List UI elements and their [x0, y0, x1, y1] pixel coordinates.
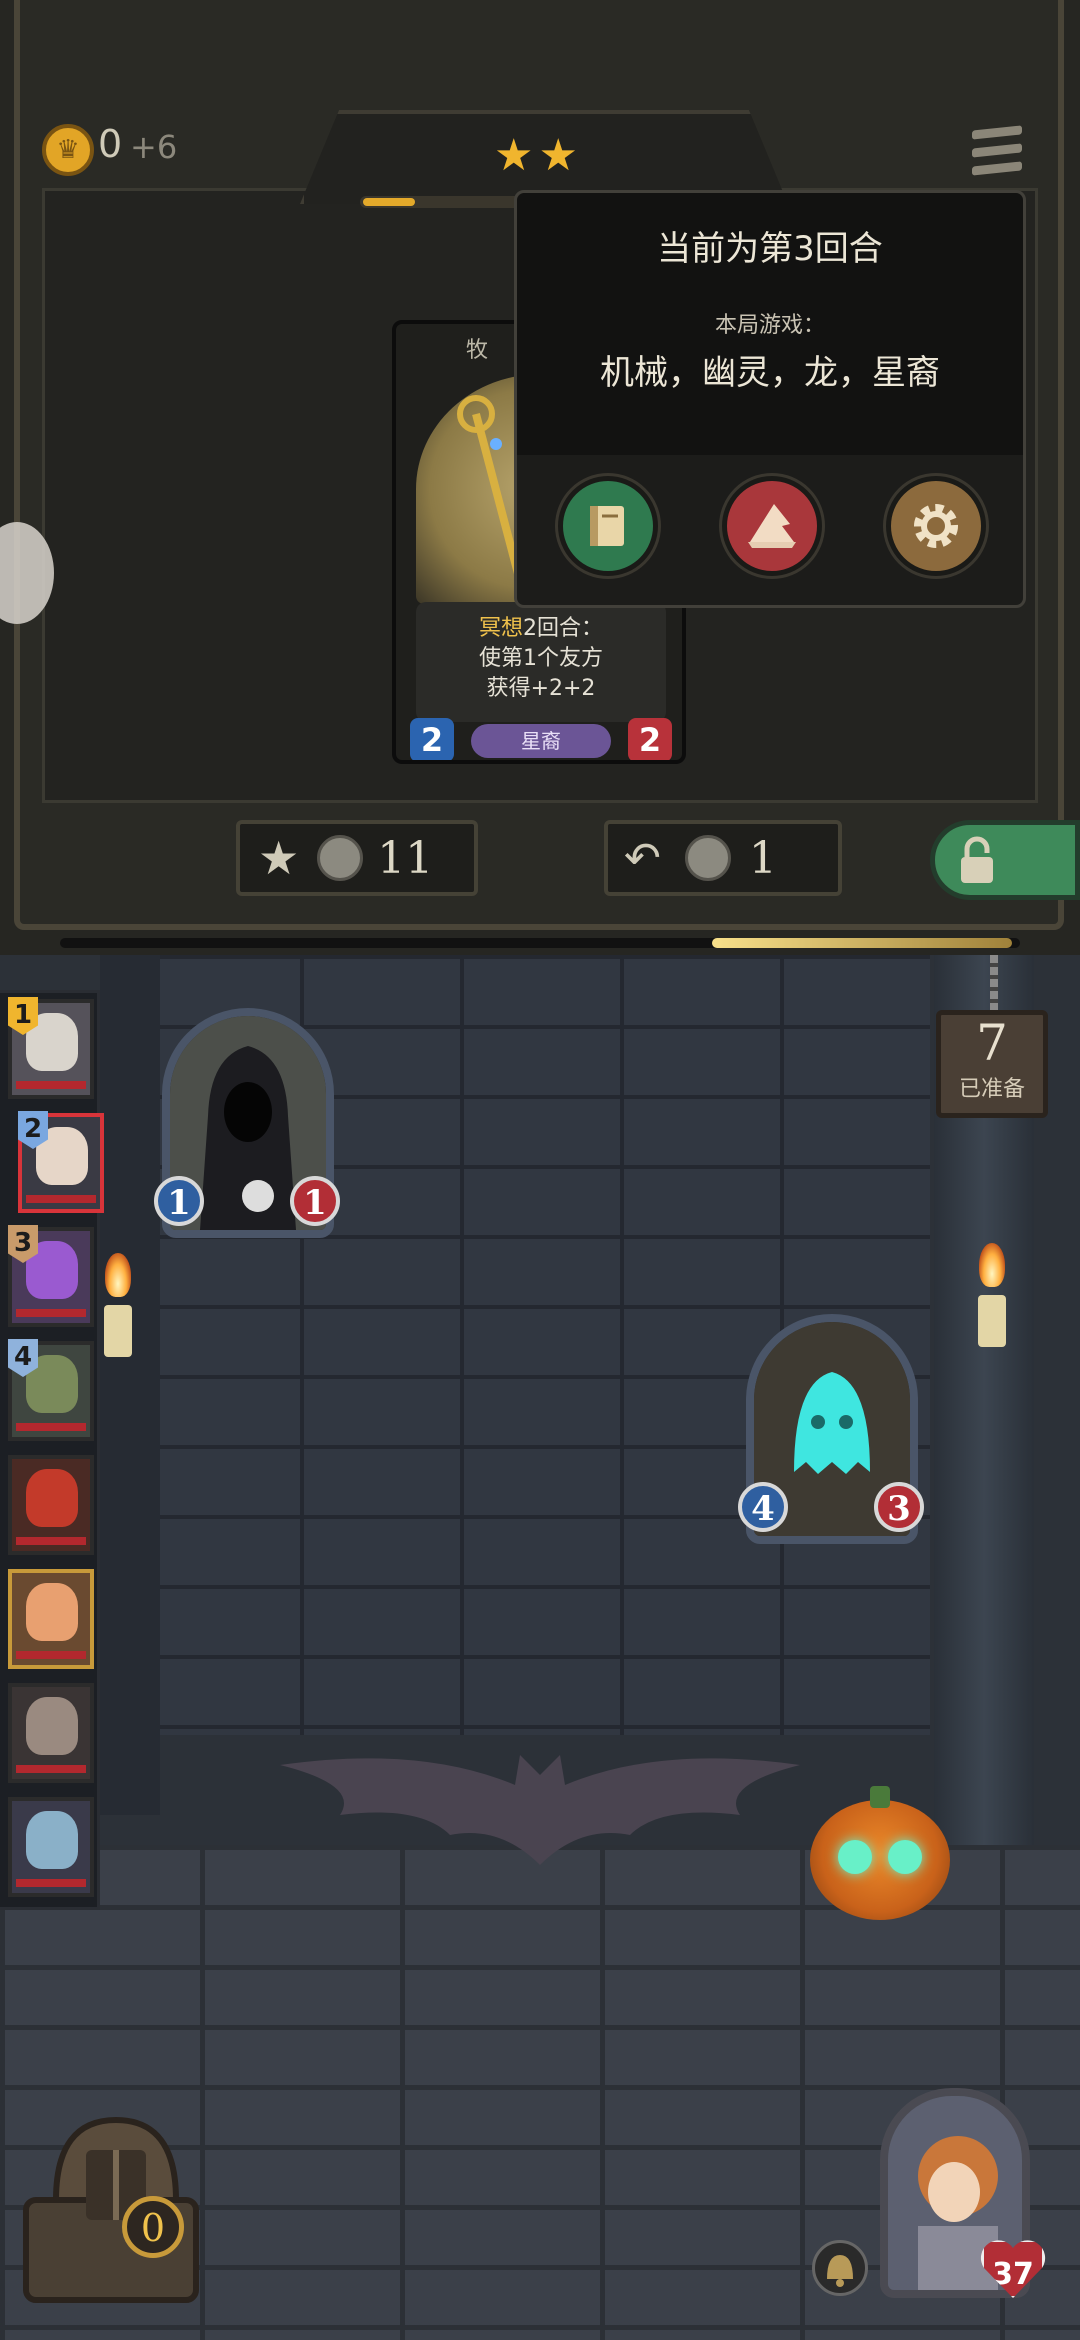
menu-bar-icon	[972, 125, 1022, 140]
game-tribes: 机械，幽灵，龙，星裔	[600, 353, 940, 393]
hero-list-item[interactable]	[8, 1455, 94, 1555]
refresh-cost: 1	[748, 832, 777, 884]
hero-avatar	[26, 1697, 78, 1755]
bell-button[interactable]	[812, 2240, 868, 2296]
coin-icon	[684, 835, 731, 881]
bell-icon	[827, 2255, 853, 2287]
left-candle	[104, 1305, 132, 1357]
turn-timer[interactable]: 7 已准备	[936, 1010, 1048, 1118]
minion-attack: 1	[154, 1176, 204, 1226]
hero-list-item[interactable]	[8, 1797, 94, 1897]
hero-avatar	[26, 1811, 78, 1869]
hero-health-bar	[16, 1537, 86, 1545]
tier-progress-fill	[363, 198, 415, 206]
hero-health-bar	[26, 1195, 96, 1203]
tier-stars: ★ ★	[494, 130, 578, 181]
card-name: 牧	[466, 338, 489, 363]
pumpkin-eye	[888, 1840, 922, 1874]
gold-income: +6	[130, 128, 178, 166]
hero-avatar	[26, 1583, 78, 1641]
refresh-icon: ↶	[624, 832, 661, 884]
minion-health: 3	[874, 1482, 924, 1532]
pumpkin-stem	[870, 1786, 890, 1808]
timer-chain	[990, 955, 998, 1013]
freeze-button[interactable]	[930, 820, 1080, 900]
minion-health: 1	[290, 1176, 340, 1226]
card-keyword: 冥想	[478, 616, 523, 641]
hero-health-bar	[16, 1765, 86, 1773]
star-icon: ★	[494, 130, 534, 181]
timer-label: 已准备	[958, 1077, 1025, 1102]
game-tribes-label: 本局游戏：	[714, 313, 825, 338]
codex-button[interactable]	[558, 476, 658, 576]
hero-health-bar	[16, 1651, 86, 1659]
gear-icon	[914, 504, 958, 548]
card-attack: 2	[410, 718, 454, 760]
hero-list-item[interactable]: 3	[8, 1225, 94, 1327]
hero-list-item[interactable]: 2	[18, 1111, 104, 1213]
card-description: 冥想2回合： 使第1个友方 获得+2+2	[416, 602, 666, 722]
left-flame-icon	[105, 1253, 131, 1297]
popup-info-area: 当前为第3回合 本局游戏： 机械，幽灵，龙，星裔	[517, 193, 1023, 455]
right-candle	[978, 1295, 1006, 1347]
chest-count: 0	[122, 2196, 184, 2258]
hero-health-bar	[16, 1309, 86, 1317]
card-health: 2	[628, 718, 672, 760]
timer-count: 7	[976, 1014, 1008, 1072]
panel-divider-glow	[712, 938, 1012, 948]
card-desc-line3: 获得+2+2	[486, 676, 596, 701]
left-pillar	[100, 955, 160, 1815]
hero-list-item[interactable]	[8, 1569, 94, 1669]
hero-health-bar	[16, 1081, 86, 1089]
settings-button[interactable]	[886, 476, 986, 576]
card-tribe-badge: 星裔	[471, 724, 611, 758]
coin-icon	[317, 835, 364, 881]
hero-avatar	[26, 1469, 78, 1527]
bat-ornament-icon	[280, 1755, 800, 1865]
wizard-hat-icon	[748, 504, 796, 548]
card-desc-line1: 2回合：	[523, 616, 603, 641]
star-up-icon: ★	[258, 831, 300, 885]
hero-list-item[interactable]	[8, 1683, 94, 1783]
card-desc-line2: 使第1个友方	[479, 646, 603, 671]
pumpkin-eye	[838, 1840, 872, 1874]
upgrade-cost: 11	[377, 832, 434, 884]
hero-list-item[interactable]: 1	[8, 997, 94, 1099]
shop-panel: ★ ★ ♛ 0 +6 牧 冥想2回合： 使第1个友方 获得+2+2 星裔 2 2	[0, 0, 1080, 955]
current-round: 当前为第3回合	[657, 229, 883, 269]
chest-icon	[23, 2116, 199, 2303]
hero-list-item[interactable]: 4	[8, 1339, 94, 1441]
minion-attack: 4	[738, 1482, 788, 1532]
menu-bar-icon	[972, 161, 1022, 176]
right-flame-icon	[979, 1243, 1005, 1287]
menu-bar-icon	[972, 143, 1022, 158]
opponent-hero-list: 1 2 3 4	[0, 990, 104, 1910]
lock-icon	[961, 836, 993, 883]
pumpkin-pet-icon[interactable]	[810, 1786, 950, 1920]
gold-coin-icon: ♛	[42, 124, 94, 176]
hero-skin-button[interactable]	[722, 476, 822, 576]
menu-button[interactable]	[968, 122, 1028, 180]
star-icon: ★	[538, 130, 578, 181]
upgrade-tavern-button[interactable]: ★ 11	[236, 820, 478, 896]
hero-health-bar	[16, 1879, 86, 1887]
hero-health-bar	[16, 1423, 86, 1431]
gold-amount: 0	[98, 122, 123, 166]
refresh-button[interactable]: ↶ 1	[604, 820, 842, 896]
treasure-chest-button[interactable]	[6, 2100, 216, 2320]
book-icon	[590, 506, 624, 546]
